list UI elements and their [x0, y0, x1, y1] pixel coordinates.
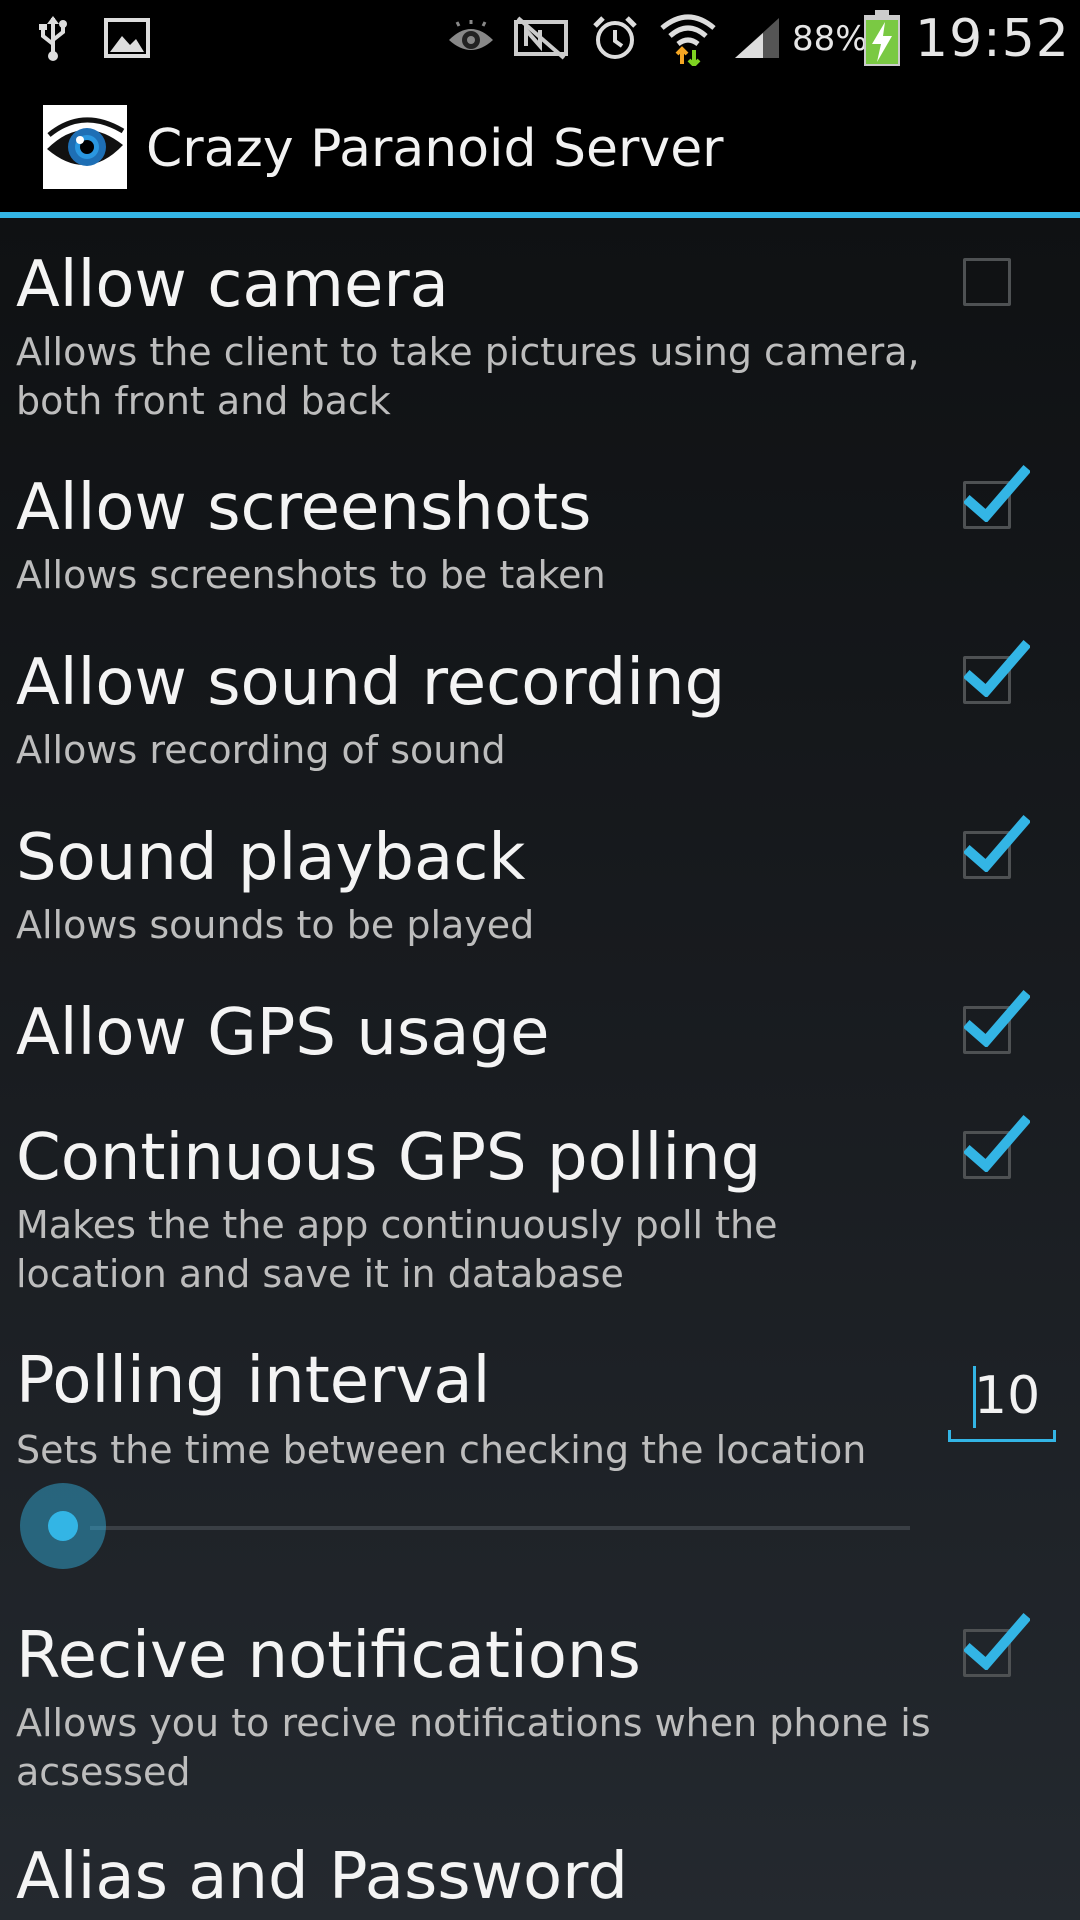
checkbox[interactable]	[963, 1612, 1030, 1677]
checkbox[interactable]	[963, 639, 1030, 704]
alarm-icon	[590, 0, 640, 75]
checkmark-icon	[964, 989, 1030, 1047]
pref-summary: Allows recording of sound	[16, 728, 506, 772]
pref-allow-screenshots[interactable]: Allow screenshots Allows screenshots to …	[0, 446, 1080, 621]
pref-continuous-gps-polling[interactable]: Continuous GPS polling Makes the the app…	[0, 1096, 1080, 1324]
input-underline	[948, 1430, 1056, 1442]
screen: 88% 19:52 Crazy Paranoid Server Allow ca…	[0, 0, 1080, 1920]
polling-interval-slider[interactable]	[20, 1483, 910, 1573]
pref-title: Continuous GPS polling	[16, 1121, 762, 1195]
pref-alias-and-password[interactable]: Alias and Password	[0, 1822, 1080, 1920]
checkmark-icon	[964, 814, 1030, 872]
pref-title: Polling interval	[16, 1344, 491, 1418]
pref-allow-sound-recording[interactable]: Allow sound recording Allows recording o…	[0, 621, 1080, 796]
checkbox[interactable]	[963, 258, 1011, 306]
battery-charging-icon	[862, 0, 902, 75]
signal-icon	[732, 0, 782, 75]
pref-summary: Allows screenshots to be taken	[16, 553, 606, 597]
usb-icon	[33, 0, 73, 75]
pref-title: Allow camera	[16, 248, 449, 322]
clock: 19:52	[915, 9, 1070, 69]
wifi-icon	[660, 0, 716, 75]
pref-summary: Allows sounds to be played	[16, 903, 535, 947]
pref-title: Allow sound recording	[16, 646, 726, 720]
checkmark-icon	[964, 639, 1030, 697]
pref-title: Allow screenshots	[16, 471, 592, 545]
app-title: Crazy Paranoid Server	[146, 119, 724, 179]
pref-receive-notifications[interactable]: Recive notifications Allows you to reciv…	[0, 1594, 1080, 1822]
polling-interval-value: 10	[974, 1366, 1041, 1426]
pref-title: Alias and Password	[16, 1840, 628, 1914]
checkbox[interactable]	[963, 1114, 1030, 1179]
checkbox[interactable]	[963, 464, 1030, 529]
checkmark-icon	[964, 1612, 1030, 1670]
checkmark-icon	[964, 464, 1030, 522]
checkbox[interactable]	[963, 989, 1030, 1054]
checkbox[interactable]	[963, 814, 1030, 879]
status-bar: 88% 19:52	[0, 0, 1080, 75]
pref-title: Sound playback	[16, 821, 526, 895]
polling-interval-input[interactable]: 10	[948, 1356, 1056, 1442]
pref-title: Allow GPS usage	[16, 996, 550, 1070]
eye-icon	[446, 0, 496, 75]
pref-summary: Makes the the app continuously poll the …	[16, 1203, 778, 1296]
slider-track[interactable]	[90, 1526, 910, 1530]
action-bar: Crazy Paranoid Server	[0, 75, 1080, 213]
pref-allow-gps-usage[interactable]: Allow GPS usage	[0, 971, 1080, 1096]
checkmark-icon	[964, 1114, 1030, 1172]
gallery-icon	[102, 0, 152, 75]
pref-summary: Allows you to recive notifications when …	[16, 1701, 931, 1794]
battery-percent: 88%	[792, 19, 868, 59]
pref-allow-camera[interactable]: Allow camera Allows the client to take p…	[0, 218, 1080, 446]
slider-thumb[interactable]	[20, 1483, 106, 1569]
pref-title: Recive notifications	[16, 1619, 641, 1693]
nfc-off-icon	[511, 0, 571, 75]
pref-summary: Allows the client to take pictures using…	[16, 330, 920, 423]
eye-logo-icon[interactable]	[43, 105, 127, 189]
pref-sound-playback[interactable]: Sound playback Allows sounds to be playe…	[0, 796, 1080, 971]
pref-summary: Sets the time between checking the locat…	[16, 1428, 867, 1472]
